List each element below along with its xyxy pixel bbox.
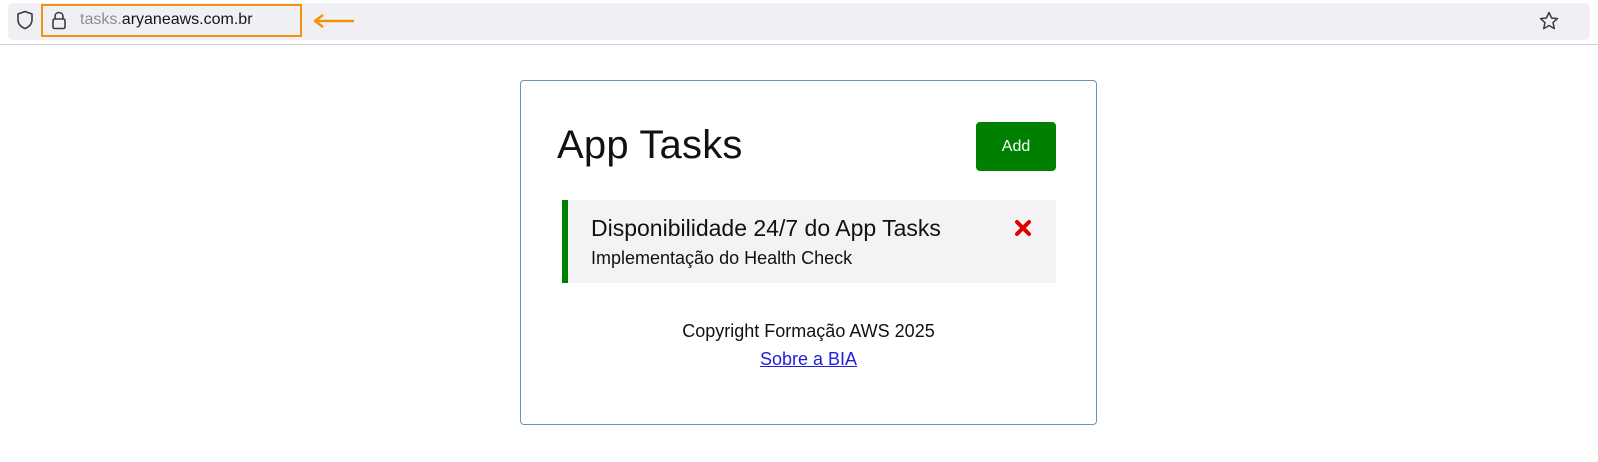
add-button[interactable]: Add [976,122,1056,171]
url-subdomain: tasks. [80,11,122,28]
delete-icon[interactable] [1013,218,1033,238]
about-link[interactable]: Sobre a BIA [760,349,857,369]
star-icon[interactable] [1539,11,1559,31]
tasks-card: App Tasks Add Disponibilidade 24/7 do Ap… [520,80,1097,425]
task-title: Disponibilidade 24/7 do App Tasks [591,215,941,241]
url-domain: aryaneaws.com.br [121,11,253,28]
browser-toolbar: tasks.aryaneaws.com.br [0,0,1598,45]
page-title: App Tasks [557,123,743,167]
url-text[interactable]: tasks.aryaneaws.com.br [80,10,253,30]
shield-icon[interactable] [16,10,34,30]
task-description: Implementação do Health Check [591,248,853,268]
about-link-wrapper: Sobre a BIA [521,348,1096,370]
arrow-left-icon [313,14,354,28]
copyright-text: Copyright Formação AWS 2025 [682,321,935,341]
task-item: Disponibilidade 24/7 do App Tasks Implem… [562,200,1056,283]
lock-icon[interactable] [51,11,67,30]
